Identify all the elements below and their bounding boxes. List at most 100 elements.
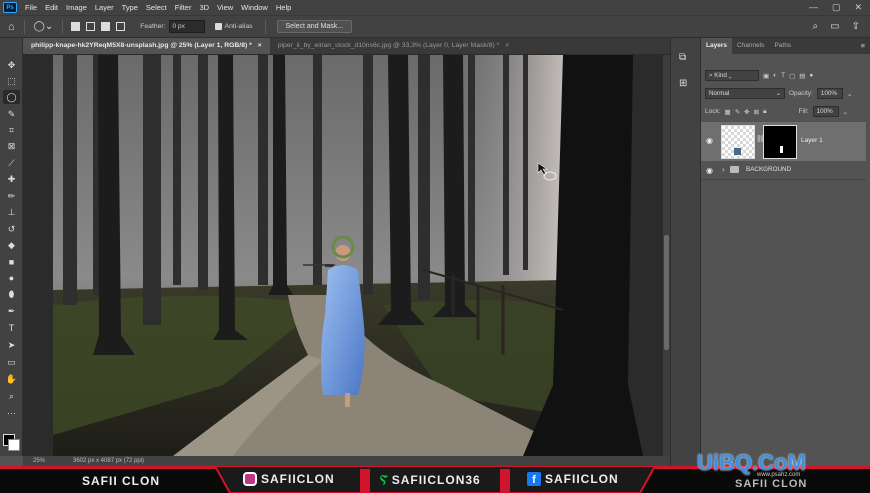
kind-filter[interactable]: ⌕ Kind ⌄	[705, 70, 759, 81]
lasso-tool-icon[interactable]: ◯	[3, 90, 20, 104]
fill-input[interactable]: 100%	[812, 106, 839, 117]
tab-paths[interactable]: Paths	[769, 38, 796, 54]
blend-mode-select[interactable]: Normal ⌄	[705, 88, 785, 99]
history-brush-tool-icon[interactable]: ↺	[3, 222, 20, 236]
chevron-right-icon[interactable]: ›	[722, 165, 725, 174]
intersect-selection-icon[interactable]	[116, 22, 126, 31]
new-selection-icon[interactable]	[71, 22, 81, 31]
lock-pixels-icon[interactable]: ▦	[725, 108, 731, 116]
tab-layers[interactable]: Layers	[701, 38, 732, 54]
zoom-tool-icon[interactable]: ⌕	[3, 389, 20, 403]
chevron-down-icon[interactable]: ⌄	[847, 90, 852, 98]
fill-label: Fill:	[798, 108, 809, 115]
subtract-selection-icon[interactable]	[101, 22, 111, 31]
social-facebook[interactable]: f SAFIICLON	[527, 472, 619, 486]
panel-menu-icon[interactable]: ≡	[861, 38, 870, 54]
menu-window[interactable]: Window	[237, 3, 272, 12]
lock-move-icon[interactable]: ✥	[744, 108, 749, 116]
quick-select-tool-icon[interactable]: ✎	[3, 107, 20, 121]
layer-row-background[interactable]: ◉ › BACKGROUND	[701, 162, 866, 180]
menu-edit[interactable]: Edit	[41, 3, 62, 12]
feather-input[interactable]: 0 px	[168, 20, 205, 33]
filter-toggle-icon[interactable]: ●	[809, 72, 813, 79]
more-tools-icon[interactable]: ···	[3, 406, 20, 420]
menu-type[interactable]: Type	[118, 3, 142, 12]
add-selection-icon[interactable]	[86, 22, 96, 31]
eraser-tool-icon[interactable]: ◆	[3, 238, 20, 252]
blur-tool-icon[interactable]: ●	[3, 271, 20, 285]
crop-tool-icon[interactable]: ⌗	[3, 123, 20, 137]
document-canvas[interactable]	[23, 55, 663, 456]
history-icon[interactable]: ⧉	[679, 52, 686, 63]
path-select-tool-icon[interactable]: ➤	[3, 338, 20, 352]
menu-help[interactable]: Help	[272, 3, 295, 12]
zoom-level[interactable]: 25%	[33, 458, 61, 464]
chevron-down-icon[interactable]: ⌄	[843, 108, 848, 116]
filter-type-icon[interactable]: T	[781, 72, 785, 79]
menu-layer[interactable]: Layer	[91, 3, 118, 12]
close-icon[interactable]: ×	[258, 42, 262, 49]
pen-tool-icon[interactable]: ✒	[3, 304, 20, 318]
eyedropper-tool-icon[interactable]: ⟋	[3, 156, 20, 170]
visibility-eye-icon[interactable]: ◉	[706, 166, 713, 175]
marquee-tool-icon[interactable]: ⬚	[3, 74, 20, 88]
document-tabs: philipp-knape-hk2YReqM5X8-unsplash.jpg @…	[23, 38, 670, 55]
gradient-tool-icon[interactable]: ■	[3, 255, 20, 269]
dodge-tool-icon[interactable]: ⬮	[3, 287, 20, 301]
close-icon[interactable]: ×	[505, 42, 509, 49]
minimize-icon[interactable]: —	[809, 2, 818, 13]
properties-icon[interactable]: ⊞	[679, 78, 687, 89]
social-deviantart[interactable]: Ⲋ SAFIICLON36	[380, 472, 481, 488]
share-icon[interactable]: ⇪	[852, 21, 860, 32]
blend-mode-value: Normal	[709, 90, 730, 97]
menu-3d[interactable]: 3D	[195, 3, 213, 12]
tab-channels[interactable]: Channels	[732, 38, 769, 54]
panel-icon-strip: ⧉ ⊞	[670, 38, 700, 466]
hand-tool-icon[interactable]: ✋	[3, 372, 20, 386]
layer-mask-thumbnail[interactable]	[763, 125, 797, 159]
tools-panel: ✥ ⬚ ◯ ✎ ⌗ ⊠ ⟋ ✚ ✏ ⊥ ↺ ◆ ■ ● ⬮ ✒ T ➤ ▭ ✋ …	[0, 38, 23, 456]
menu-image[interactable]: Image	[62, 3, 91, 12]
menu-file[interactable]: File	[21, 3, 41, 12]
filter-shape-icon[interactable]: ▢	[789, 72, 795, 80]
banner-name-right: SAFII CLON	[735, 478, 808, 490]
options-bar: ⌂ ◯⌄ Feather: 0 px Anti-alias Select and…	[0, 15, 870, 38]
layer-thumbnail	[721, 125, 755, 159]
layer-row-layer-1[interactable]: ◉ ⛓ Layer 1	[701, 122, 866, 161]
lock-all-icon[interactable]: 🔒︎	[763, 108, 766, 116]
banner-name-left: SAFII CLON	[82, 474, 160, 488]
menu-filter[interactable]: Filter	[171, 3, 196, 12]
rectangle-tool-icon[interactable]: ▭	[3, 355, 20, 369]
antialias-checkbox[interactable]	[214, 23, 222, 30]
menu-view[interactable]: View	[213, 3, 237, 12]
type-tool-icon[interactable]: T	[3, 321, 20, 335]
maximize-icon[interactable]: ▢	[832, 2, 841, 13]
visibility-eye-icon[interactable]: ◉	[706, 136, 713, 145]
background-color-swatch[interactable]	[8, 439, 20, 451]
opacity-input[interactable]: 100%	[816, 88, 843, 99]
select-and-mask-button[interactable]: Select and Mask...	[276, 20, 353, 33]
filter-adjust-icon[interactable]: ◐	[773, 72, 777, 79]
social-label: SAFIICLON	[545, 472, 619, 486]
menu-select[interactable]: Select	[142, 3, 171, 12]
clone-stamp-tool-icon[interactable]: ⊥	[3, 205, 20, 219]
lock-artboard-icon[interactable]: ⊠	[754, 108, 759, 116]
social-label: SAFIICLON	[261, 472, 335, 486]
frame-tool-icon[interactable]: ⊠	[3, 139, 20, 153]
filter-smart-icon[interactable]: ▤	[799, 72, 805, 80]
brush-tool-icon[interactable]: ✏	[3, 189, 20, 203]
scrollbar-thumb[interactable]	[664, 235, 669, 350]
tab-document-1[interactable]: philipp-knape-hk2YReqM5X8-unsplash.jpg @…	[23, 38, 270, 54]
tab-document-2[interactable]: piper_ii_by_eirian_stock_d10ns6c.jpg @ 3…	[270, 38, 517, 54]
healing-tool-icon[interactable]: ✚	[3, 172, 20, 186]
workspace-icon[interactable]: ▭	[830, 21, 839, 32]
move-tool-icon[interactable]: ✥	[3, 58, 20, 72]
lasso-preset-icon[interactable]: ◯⌄	[34, 21, 54, 32]
close-icon[interactable]: ✕	[854, 2, 862, 13]
lock-paint-icon[interactable]: ✎	[735, 108, 740, 116]
social-instagram[interactable]: SAFIICLON	[243, 472, 335, 486]
filter-row: ⌕ Kind ⌄ ▣ ◐ T ▢ ▤ ●	[705, 70, 813, 81]
filter-pixel-icon[interactable]: ▣	[763, 72, 769, 80]
home-icon[interactable]: ⌂	[8, 21, 15, 33]
search-icon[interactable]: ⌕	[813, 21, 819, 32]
